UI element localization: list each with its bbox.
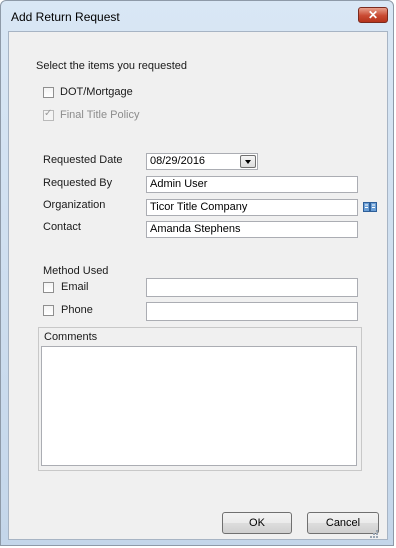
phone-checkbox[interactable] bbox=[43, 305, 54, 316]
email-checkbox[interactable] bbox=[43, 282, 54, 293]
requested-date-label: Requested Date bbox=[43, 154, 123, 166]
ok-button[interactable]: OK bbox=[222, 512, 292, 534]
phone-field[interactable] bbox=[146, 302, 358, 321]
title-bar[interactable]: Add Return Request ✕ bbox=[1, 1, 395, 31]
contact-field[interactable]: Amanda Stephens bbox=[146, 221, 358, 238]
dot-mortgage-checkbox[interactable] bbox=[43, 87, 54, 98]
contact-label: Contact bbox=[43, 221, 81, 233]
final-title-policy-label: Final Title Policy bbox=[60, 109, 140, 121]
close-icon: ✕ bbox=[367, 8, 379, 22]
chevron-down-icon bbox=[245, 160, 251, 164]
comments-textarea[interactable] bbox=[41, 346, 357, 466]
organization-value: Ticor Title Company bbox=[150, 201, 248, 213]
requested-date-value: 08/29/2016 bbox=[150, 155, 206, 167]
organization-label: Organization bbox=[43, 199, 106, 211]
dialog-content: Select the items you requested DOT/Mortg… bbox=[8, 31, 388, 540]
email-label[interactable]: Email bbox=[61, 281, 89, 293]
phone-label[interactable]: Phone bbox=[61, 304, 93, 316]
date-dropdown-button[interactable] bbox=[240, 155, 256, 168]
final-title-policy-checkbox[interactable]: ✓ bbox=[43, 108, 54, 121]
organization-field[interactable]: Ticor Title Company bbox=[146, 199, 358, 216]
method-used-heading: Method Used bbox=[43, 265, 109, 277]
dialog-window: Add Return Request ✕ Select the items yo… bbox=[0, 0, 394, 546]
requested-date-picker[interactable]: 08/29/2016 bbox=[146, 153, 258, 170]
requested-by-label: Requested By bbox=[43, 177, 113, 189]
email-field[interactable] bbox=[146, 278, 358, 297]
requested-by-value: Admin User bbox=[150, 178, 208, 190]
comments-label: Comments bbox=[44, 331, 98, 343]
requested-by-field[interactable]: Admin User bbox=[146, 176, 358, 193]
items-heading: Select the items you requested bbox=[36, 60, 188, 72]
contact-value: Amanda Stephens bbox=[150, 223, 241, 235]
dot-mortgage-label[interactable]: DOT/Mortgage bbox=[60, 86, 133, 98]
address-book-icon[interactable] bbox=[363, 201, 377, 213]
dialog-title: Add Return Request bbox=[11, 10, 120, 24]
checkmark-icon: ✓ bbox=[44, 108, 53, 119]
close-button[interactable]: ✕ bbox=[358, 7, 388, 23]
resize-grip-icon[interactable] bbox=[369, 529, 379, 539]
